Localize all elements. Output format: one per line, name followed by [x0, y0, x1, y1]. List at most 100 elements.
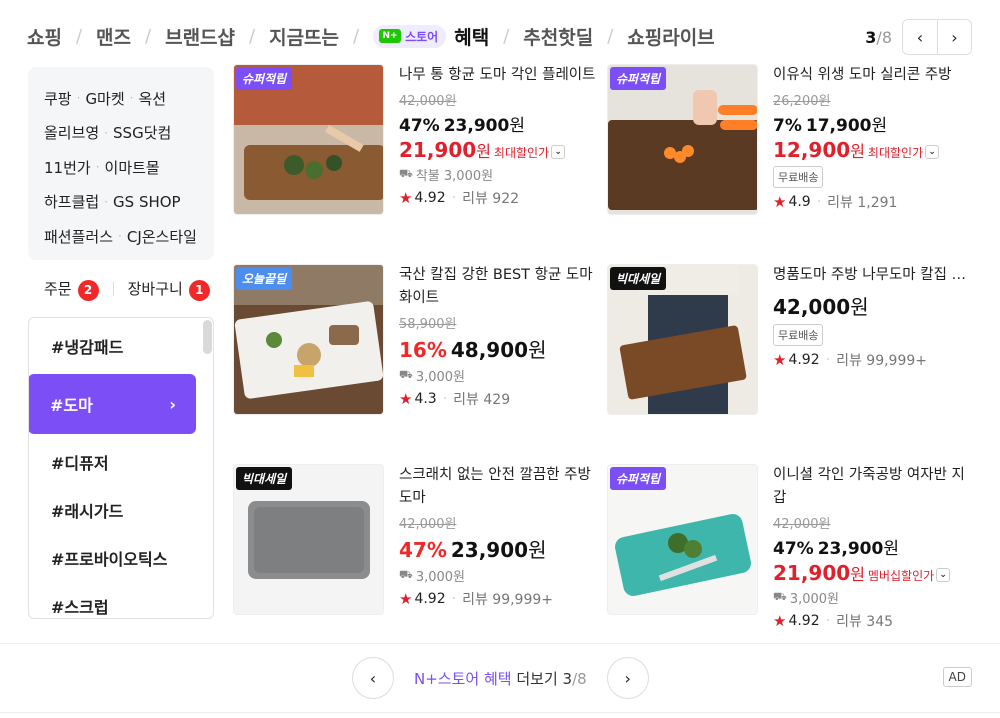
order-count-badge: 2 — [77, 279, 99, 301]
tab-separator: / — [145, 25, 152, 47]
price-value: 23,900 — [450, 538, 529, 562]
prev-more-button[interactable]: ‹ — [352, 657, 394, 699]
review-count: 리뷰 99,999+ — [836, 353, 928, 369]
keyword-item[interactable]: #냉감패드 — [29, 322, 213, 370]
page-total: /8 — [876, 27, 892, 47]
original-price: 42,000원 — [399, 517, 457, 532]
rating-row: ★ 4.3 · 리뷰 429 — [399, 390, 511, 408]
top-tab-bar: 쇼핑 / 맨즈 / 브랜드샵 / 지금뜨는 / N+ 스토어 혜택 / 추천핫딜 … — [27, 18, 715, 54]
divider — [0, 643, 1000, 644]
product-title[interactable]: 나무 통 항균 도마 각인 플레이트 — [399, 64, 599, 87]
pager-buttons: ‹ › — [902, 19, 972, 55]
mall-link[interactable]: 옥션 — [139, 88, 167, 109]
shipping-text: 착불 3,000원 — [415, 169, 494, 184]
next-page-button[interactable]: › — [937, 20, 971, 54]
scrollbar-thumb[interactable] — [203, 320, 212, 354]
currency: 원 — [850, 295, 869, 319]
mall-link[interactable]: 패션플러스 — [44, 226, 113, 247]
product-title[interactable]: 이유식 위생 도마 실리콘 주방 — [773, 64, 973, 87]
tab-shopping[interactable]: 쇼핑 — [27, 23, 62, 50]
shipping-text: 3,000원 — [415, 370, 466, 385]
keyword-item[interactable]: #프로바이오틱스 — [29, 534, 213, 582]
more-pager: ‹ N+스토어 혜택 더보기 3/8 › — [352, 657, 649, 699]
mall-link[interactable]: 하프클럽 — [44, 191, 99, 212]
tab-trending[interactable]: 지금뜨는 — [269, 23, 339, 50]
product-tag: 슈퍼적립 — [610, 467, 667, 490]
product-image[interactable]: 빅대세일 — [607, 264, 758, 415]
product-tag: 오늘끝딜 — [236, 267, 293, 290]
star-icon: ★ — [399, 390, 413, 408]
review-count: 리뷰 429 — [453, 392, 511, 408]
product-image[interactable]: 슈퍼적립 — [233, 64, 384, 215]
mall-link[interactable]: 올리브영 — [44, 122, 99, 143]
discount-percent: 47% — [399, 538, 447, 562]
keyword-label: #도마 — [50, 396, 93, 415]
max-price-label: 최대할인가 — [493, 146, 550, 160]
product-image[interactable]: 슈퍼적립 — [607, 64, 758, 215]
rating-value: 4.92 — [788, 352, 820, 368]
currency: 원 — [883, 539, 899, 559]
mall-link[interactable]: CJ온스타일 — [127, 226, 197, 247]
product-image[interactable]: 오늘끝딜 — [233, 264, 384, 415]
order-link[interactable]: 주문 2 — [44, 278, 99, 301]
mall-link[interactable]: 쿠팡 — [44, 88, 72, 109]
more-link[interactable]: N+스토어 혜택 더보기 3/8 — [414, 668, 587, 689]
product-card[interactable]: 빅대세일 명품도마 주방 나무도마 칼집 원목 42,000원 무료배송 ★ 4.… — [607, 264, 973, 434]
mall-link[interactable]: 이마트몰 — [105, 157, 160, 178]
product-card[interactable]: 슈퍼적립 이유식 위생 도마 실리콘 주방 26,200원 7% 17,900원 … — [607, 64, 967, 234]
cart-link[interactable]: 장바구니 1 — [128, 278, 210, 301]
store-benefit-label: N+스토어 혜택 — [414, 669, 512, 688]
keyword-item-active[interactable]: #도마 › — [29, 374, 196, 434]
currency: 원 — [850, 565, 865, 584]
free-shipping-badge: 무료배송 — [773, 324, 824, 346]
ad-badge[interactable]: AD — [942, 667, 972, 687]
product-title[interactable]: 이니셜 각인 가죽공방 여자반 지갑 — [773, 464, 973, 510]
product-title[interactable]: 국산 칼집 강한 BEST 항균 도마 화이트 — [399, 264, 599, 310]
chevron-down-icon[interactable]: ⌄ — [551, 144, 566, 159]
page-current: 3 — [865, 27, 877, 47]
product-card[interactable]: 슈퍼적립 이니셜 각인 가죽공방 여자반 지갑 42,000원 47% 23,90… — [607, 464, 967, 634]
tab-benefits[interactable]: 혜택 — [454, 23, 489, 50]
mall-link[interactable]: 11번가 — [44, 157, 91, 178]
product-card[interactable]: 슈퍼적립 나무 통 항균 도마 각인 플레이트 42,000원 47% 23,90… — [233, 64, 595, 234]
sale-price: 16% 48,900원 — [399, 334, 599, 363]
product-image[interactable]: 슈퍼적립 — [607, 464, 758, 615]
mall-link[interactable]: GS SHOP — [113, 193, 181, 211]
sale-price: 7% 17,900원 — [773, 111, 973, 136]
original-price: 42,000원 — [773, 517, 831, 532]
rating-row: ★ 4.92 · 리뷰 99,999+ — [399, 590, 554, 608]
cart-label: 장바구니 — [127, 280, 183, 298]
star-icon: ★ — [399, 189, 413, 207]
max-discount-price: 21,900원 멤버십할인가 ⌄ — [773, 561, 973, 585]
chevron-down-icon[interactable]: ⌄ — [925, 144, 940, 159]
product-card[interactable]: 빅대세일 스크래치 없는 안전 깔끔한 주방 도마 42,000원 47% 23,… — [233, 464, 593, 634]
product-tag: 빅대세일 — [236, 467, 293, 490]
price-value: 23,900 — [443, 116, 510, 136]
keyword-item[interactable]: #디퓨저 — [29, 438, 213, 486]
product-image[interactable]: 빅대세일 — [233, 464, 384, 615]
mall-link[interactable]: SSG닷컴 — [113, 122, 171, 143]
currency: 원 — [509, 116, 525, 136]
product-title[interactable]: 스크래치 없는 안전 깔끔한 주방 도마 — [399, 464, 599, 510]
more-page-total: /8 — [572, 669, 587, 688]
keyword-item[interactable]: #래시가드 — [29, 486, 213, 534]
rating-value: 4.92 — [414, 190, 446, 206]
star-icon: ★ — [399, 590, 413, 608]
tab-mens[interactable]: 맨즈 — [96, 23, 131, 50]
next-more-button[interactable]: › — [606, 657, 649, 699]
max-discount-price: 12,900원 최대할인가 ⌄ — [773, 138, 973, 162]
discount-percent: 47% — [399, 116, 440, 136]
sale-price: 47% 23,900원 — [399, 111, 599, 136]
chevron-down-icon[interactable]: ⌄ — [936, 567, 951, 582]
tab-brandshop[interactable]: 브랜드샵 — [165, 23, 235, 50]
max-price-value: 21,900 — [773, 561, 851, 585]
product-card[interactable]: 오늘끝딜 국산 칼집 강한 BEST 항균 도마 화이트 58,900원 16%… — [233, 264, 593, 434]
product-title[interactable]: 명품도마 주방 나무도마 칼집 원목 — [773, 264, 973, 287]
tab-shopping-live[interactable]: 쇼핑라이브 — [627, 23, 714, 50]
tab-hotdeal[interactable]: 추천핫딜 — [523, 23, 593, 50]
mall-link[interactable]: G마켓 — [85, 88, 124, 109]
prev-page-button[interactable]: ‹ — [903, 20, 937, 54]
page-indicator: 3/8 — [865, 28, 892, 47]
keyword-item[interactable]: #스크럽 — [29, 582, 213, 618]
shipping-text: 3,000원 — [415, 570, 466, 585]
